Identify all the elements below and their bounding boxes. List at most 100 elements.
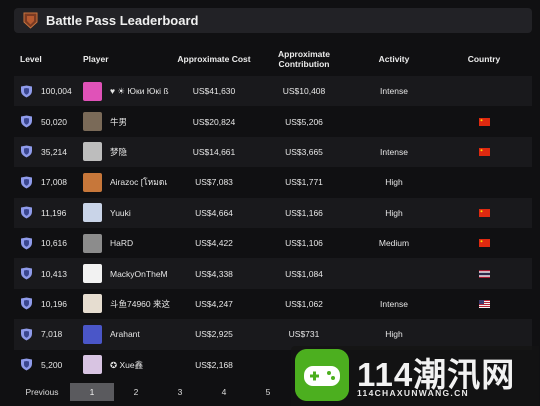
approximate-cost: US$41,630 [192,86,236,97]
player-cell[interactable]: 梦隐 [83,137,183,167]
rank-shield-cell [20,137,36,167]
player-name[interactable]: ♥ ☀ Юки Юкі ß [110,86,169,97]
country-cell [444,258,524,288]
table-row[interactable]: 11,196 Yuuki US$4,664 US$1,166 High [14,197,532,228]
column-header-level[interactable]: Level [20,45,70,75]
country-cell [444,137,524,167]
leaderboard-header: Battle Pass Leaderboard [14,8,532,33]
level-value: 17,008 [41,177,67,188]
avatar[interactable] [83,81,102,101]
player-name[interactable]: ✪ Xue鑫 [110,359,143,371]
approximate-contribution: US$731 [288,329,320,340]
flag-th-icon [478,269,490,278]
player-cell[interactable]: ✪ Xue鑫 [83,350,183,380]
leaderboard-table: 100,004 ♥ ☀ Юки Юкі ß US$41,630 US$10,408 In… [14,76,532,380]
activity-level [354,106,434,136]
country-cell [444,106,524,136]
rank-shield-icon [21,237,32,250]
approximate-cost: US$4,664 [195,207,233,218]
column-header-cost[interactable]: Approximate Cost [170,45,258,75]
flag-cn-icon [478,208,490,217]
avatar[interactable] [83,233,102,253]
approximate-cost: US$7,083 [195,177,233,188]
player-cell[interactable]: HaRD [83,228,183,258]
avatar[interactable] [83,203,102,223]
level-value: 7,018 [41,329,63,340]
activity-level: High [385,329,403,340]
table-row[interactable]: 35,214 梦隐 US$14,661 US$3,665 Intense [14,136,532,168]
table-row[interactable]: 7,018 Arahant US$2,925 US$731 High [14,319,532,350]
country-cell [444,167,524,197]
activity-level: High [385,177,403,188]
rank-shield-icon [21,145,32,158]
player-cell[interactable]: 斗鱼74960 来这 [83,289,183,319]
player-cell[interactable]: Arahant [83,319,183,349]
table-row[interactable]: 10,196 斗鱼74960 来这 US$4,247 US$1,062 Intense [14,289,532,319]
rank-shield-cell [20,228,36,258]
approximate-contribution: US$1,106 [285,238,323,249]
player-name[interactable]: 梦隐 [110,146,127,158]
page-button-1[interactable]: 1 [70,383,114,401]
battle-pass-emblem-icon [23,12,38,29]
page-button-2[interactable]: 2 [114,383,158,401]
column-header-activity[interactable]: Activity [354,45,434,75]
avatar[interactable] [83,264,102,284]
rank-shield-cell [20,258,36,288]
approximate-cost: US$4,247 [195,298,233,309]
activity-level: High [385,207,403,218]
approximate-cost: US$2,168 [195,359,233,370]
rank-shield-cell [20,198,36,228]
avatar[interactable] [83,324,102,344]
page-button-3[interactable]: 3 [158,383,202,401]
player-cell[interactable]: Yuuki [83,198,183,228]
level-value: 10,196 [41,298,67,309]
rank-shield-icon [21,176,32,189]
table-row[interactable]: 17,008 Airazoc [โหมดเ US$7,083 US$1,771 High [14,167,532,197]
player-name[interactable]: Arahant [110,329,140,339]
player-name[interactable]: Yuuki [110,208,131,218]
level-value: 35,214 [41,146,67,157]
approximate-contribution: US$10,408 [282,86,326,97]
player-cell[interactable]: ♥ ☀ Юки Юкі ß [83,76,183,106]
avatar[interactable] [83,112,102,132]
player-name[interactable]: 斗鱼74960 来这 [110,298,170,310]
country-cell [444,76,524,106]
activity-level: Medium [378,238,410,249]
player-name[interactable]: HaRD [110,238,133,248]
level-value: 10,413 [41,268,67,279]
avatar[interactable] [83,294,102,314]
table-row[interactable]: 100,004 ♥ ☀ Юки Юкі ß US$41,630 US$10,408 In… [14,76,532,107]
player-cell[interactable]: 牛男 [83,106,183,136]
flag-cn-icon [478,117,490,126]
activity-level [354,258,434,288]
column-header-player[interactable]: Player [83,45,173,75]
previous-page-button[interactable]: Previous [14,383,70,401]
avatar[interactable] [83,172,102,192]
player-name[interactable]: Airazoc [โหมดเ [110,175,167,189]
approximate-contribution: US$1,771 [285,177,323,188]
approximate-contribution: US$1,084 [285,268,323,279]
column-header-country[interactable]: Country [444,45,524,75]
avatar[interactable] [83,355,102,375]
level-value: 11,196 [41,207,67,218]
country-cell [444,289,524,319]
column-header-contribution[interactable]: Approximate Contribution [264,45,344,75]
table-row[interactable]: 50,020 牛男 US$20,824 US$5,206 [14,106,532,136]
player-name[interactable]: MackyOnTheM [110,269,168,279]
rank-shield-cell [20,289,36,319]
approximate-cost: US$20,824 [192,116,236,127]
page-button-4[interactable]: 4 [202,383,246,401]
player-cell[interactable]: Airazoc [โหมดเ [83,167,183,197]
player-cell[interactable]: MackyOnTheM [83,258,183,288]
avatar[interactable] [83,142,102,162]
approximate-cost: US$4,338 [195,268,233,279]
table-row[interactable]: 10,616 HaRD US$4,422 US$1,106 Medium [14,228,532,258]
flag-cn-icon [478,239,490,248]
page-button-5[interactable]: 5 [246,383,290,401]
rank-shield-icon [21,85,32,98]
table-row[interactable]: 10,413 MackyOnTheM US$4,338 US$1,084 [14,258,532,289]
player-name[interactable]: 牛男 [110,116,127,128]
approximate-contribution: US$3,665 [285,146,323,157]
level-value: 5,200 [41,359,63,370]
approximate-contribution: US$5,206 [285,116,323,127]
